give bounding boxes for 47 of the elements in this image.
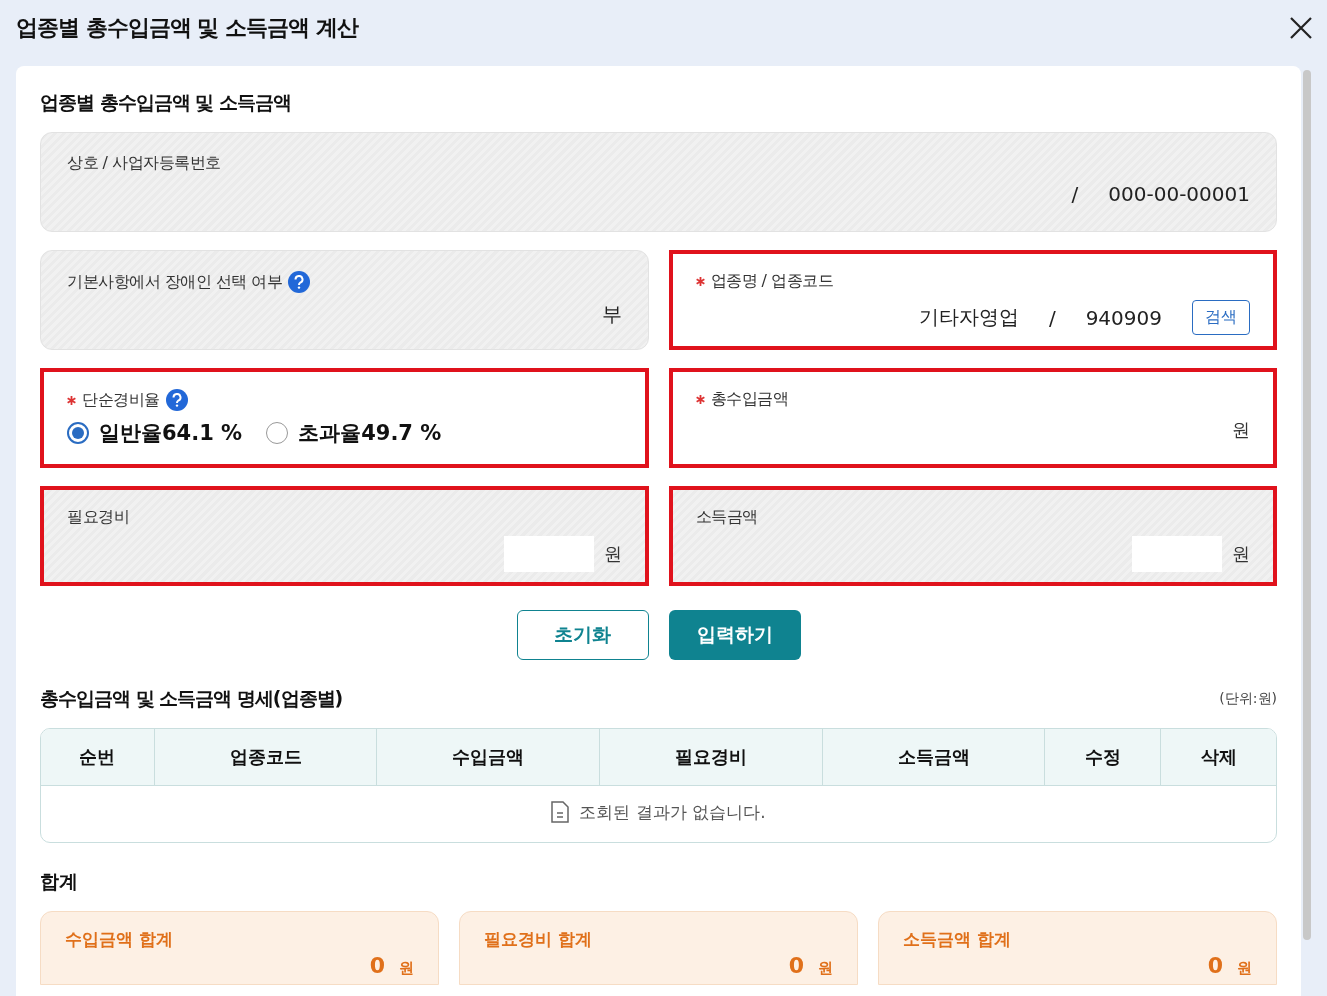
unit-label: 원 bbox=[399, 959, 414, 978]
empty-message: 조회된 결과가 없습니다. bbox=[579, 800, 766, 824]
field-label: 단순경비율 bbox=[82, 389, 160, 411]
help-icon[interactable] bbox=[288, 271, 311, 293]
field-value: 940909 bbox=[1085, 305, 1162, 330]
field-label: 업종명 / 업종코드 bbox=[710, 271, 834, 292]
total-value: 0 bbox=[1207, 953, 1223, 978]
unit-label: 원 bbox=[1232, 418, 1250, 442]
column-header: 순번 bbox=[41, 729, 154, 786]
column-header: 필요경비 bbox=[599, 729, 822, 786]
column-header: 수정 bbox=[1044, 729, 1161, 786]
unit-note: (단위:원) bbox=[1219, 690, 1277, 708]
field-label: 필요경비 bbox=[67, 507, 129, 528]
radio-option[interactable]: 초과율49.7 % bbox=[266, 419, 442, 447]
field-label: 기본사항에서 장애인 선택 여부 bbox=[67, 271, 283, 293]
column-header: 수입금액 bbox=[376, 729, 600, 786]
table-title: 총수입금액 및 소득금액 명세(업종별) bbox=[40, 686, 343, 711]
column-header: 업종코드 bbox=[153, 729, 377, 786]
dialog-title: 업종별 총수입금액 및 소득금액 계산 bbox=[16, 14, 358, 42]
column-header: 삭제 bbox=[1160, 729, 1276, 786]
field-label: 총수입금액 bbox=[710, 389, 788, 410]
field-value: 000-00-00001 bbox=[1108, 182, 1250, 206]
scrollbar[interactable] bbox=[1303, 70, 1311, 940]
total-label: 수입금액 합계 bbox=[65, 928, 174, 951]
field-label: 상호 / 사업자등록번호 bbox=[67, 153, 221, 174]
section-title: 업종별 총수입금액 및 소득금액 bbox=[40, 90, 292, 115]
total-label: 소득금액 합계 bbox=[903, 928, 1012, 951]
total-value: 0 bbox=[788, 953, 804, 978]
field-value: 부 bbox=[601, 301, 622, 328]
total-label: 필요경비 합계 bbox=[484, 928, 593, 951]
field-value: 기타자영업 bbox=[918, 304, 1019, 331]
help-icon[interactable] bbox=[165, 389, 188, 411]
submit-button[interactable]: 입력하기 bbox=[668, 610, 801, 660]
unit-label: 원 bbox=[1237, 959, 1252, 978]
total-value: 0 bbox=[369, 953, 385, 978]
field-value: / bbox=[1071, 182, 1079, 206]
field-label: 소득금액 bbox=[695, 507, 758, 528]
column-header: 소득금액 bbox=[821, 729, 1045, 786]
unit-label: 원 bbox=[818, 959, 833, 978]
document-icon bbox=[551, 801, 570, 824]
field-value: / bbox=[1048, 305, 1056, 330]
unit-label: 원 bbox=[1232, 542, 1250, 566]
reset-button[interactable]: 초기화 bbox=[516, 610, 649, 660]
totals-title: 합계 bbox=[40, 869, 79, 894]
unit-label: 원 bbox=[603, 542, 622, 566]
search-button[interactable]: 검색 bbox=[1192, 300, 1250, 335]
radio-option[interactable]: 일반율64.1 % bbox=[67, 419, 243, 447]
